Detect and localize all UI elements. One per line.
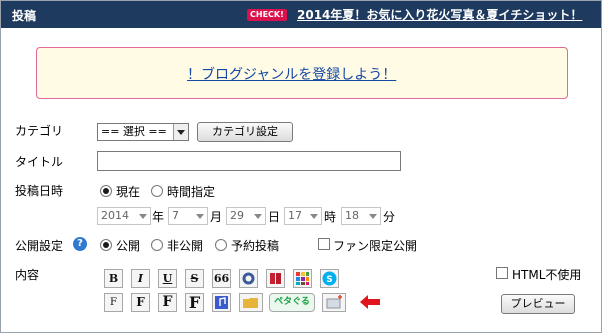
pointer-arrow-icon: [360, 295, 380, 309]
promo-link[interactable]: 2014年夏！お気に入り花火写真＆夏イチショット！: [297, 6, 582, 23]
visibility-scheduled-radio[interactable]: [215, 239, 227, 251]
fan-only-label: ファン限定公開: [333, 239, 418, 253]
folder-icon[interactable]: [239, 293, 263, 312]
minute-unit: 分: [383, 210, 396, 224]
color-palette-icon[interactable]: [293, 269, 312, 288]
preview-button[interactable]: プレビュー: [501, 294, 575, 314]
register-genre-link[interactable]: ！ブログジャンルを登録しよう！: [187, 64, 396, 84]
visibility-public-label: 公開: [116, 239, 141, 253]
html-off-label: HTML不使用: [512, 268, 582, 282]
skype-icon[interactable]: S: [320, 269, 339, 288]
chevron-down-icon: [307, 208, 321, 224]
month-value: 7: [172, 209, 179, 222]
minute-value: 18: [345, 209, 359, 222]
visibility-private-label: 非公開: [167, 239, 204, 253]
help-icon[interactable]: ?: [73, 237, 87, 251]
day-unit: 日: [268, 210, 281, 224]
html-off-checkbox[interactable]: [496, 267, 508, 279]
category-select[interactable]: == 選択 ==: [97, 123, 189, 141]
chevron-down-icon: [136, 208, 150, 224]
bold-button[interactable]: B: [104, 269, 123, 288]
year-unit: 年: [152, 210, 165, 224]
day-select[interactable]: 29: [226, 207, 266, 225]
datetime-specify-label: 時間指定: [167, 185, 216, 199]
hour-value: 17: [288, 209, 302, 222]
title-label: タイトル: [15, 155, 64, 169]
music-note-icon[interactable]: [212, 293, 231, 312]
hour-unit: 時: [324, 210, 337, 224]
font-size-s-button[interactable]: F: [131, 293, 150, 312]
font-size-xs-button[interactable]: F: [104, 293, 123, 312]
add-image-icon[interactable]: [322, 293, 346, 312]
check-badge: CHECK!: [247, 9, 287, 21]
svg-text:S: S: [326, 275, 332, 285]
genre-banner: ！ブログジャンルを登録しよう！: [36, 47, 568, 99]
quote-button[interactable]: 66: [212, 269, 231, 288]
font-size-m-button[interactable]: F: [158, 293, 177, 312]
visibility-label: 公開設定: [15, 239, 64, 253]
title-input[interactable]: [97, 151, 401, 171]
chevron-down-icon: [173, 124, 188, 140]
strikethrough-button[interactable]: S: [185, 269, 204, 288]
font-size-l-button[interactable]: F: [185, 293, 204, 312]
petadeco-button[interactable]: ペタぐる: [269, 293, 315, 312]
datetime-specify-radio[interactable]: [151, 185, 163, 197]
datetime-now-radio[interactable]: [100, 185, 112, 197]
book-icon[interactable]: [266, 269, 285, 288]
datetime-now-label: 現在: [116, 185, 141, 199]
content-label: 内容: [15, 268, 40, 282]
category-selected-value: == 選択 ==: [101, 125, 167, 138]
underline-button[interactable]: U: [158, 269, 177, 288]
minute-select[interactable]: 18: [341, 207, 381, 225]
panel-header: 投稿 CHECK! 2014年夏！お気に入り花火写真＆夏イチショット！: [1, 1, 601, 28]
link-icon[interactable]: [239, 269, 258, 288]
fan-only-checkbox[interactable]: [318, 238, 330, 250]
visibility-private-radio[interactable]: [151, 239, 163, 251]
hour-select[interactable]: 17: [284, 207, 322, 225]
chevron-down-icon: [251, 208, 265, 224]
italic-button[interactable]: I: [131, 269, 150, 288]
year-select[interactable]: 2014: [97, 207, 151, 225]
month-select[interactable]: 7: [168, 207, 208, 225]
chevron-down-icon: [193, 208, 207, 224]
visibility-scheduled-label: 予約投稿: [231, 239, 280, 253]
datetime-label: 投稿日時: [15, 184, 64, 198]
year-value: 2014: [101, 209, 129, 222]
category-label: カテゴリ: [15, 124, 64, 138]
panel-title: 投稿: [12, 9, 37, 23]
post-panel: 投稿 CHECK! 2014年夏！お気に入り花火写真＆夏イチショット！ ！ブログ…: [0, 0, 602, 333]
day-value: 29: [230, 209, 244, 222]
month-unit: 月: [210, 210, 223, 224]
category-settings-button[interactable]: カテゴリ設定: [197, 122, 293, 142]
chevron-down-icon: [366, 208, 380, 224]
visibility-public-radio[interactable]: [100, 239, 112, 251]
